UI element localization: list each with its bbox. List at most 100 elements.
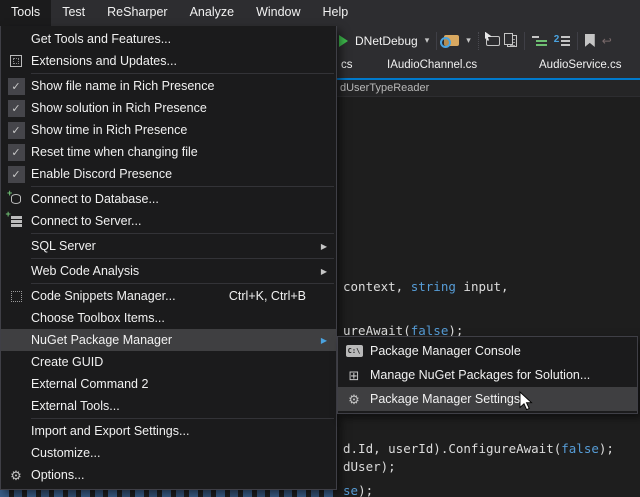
menu-item-shortcut: Ctrl+K, Ctrl+B (229, 289, 306, 303)
submenu-arrow-icon: ▶ (321, 242, 327, 251)
menu-item-reset-time-when-changing-file[interactable]: ✓ Reset time when changing file (1, 141, 336, 163)
menu-item-connect-to-server[interactable]: Connect to Server... (1, 210, 336, 232)
toolbar-separator (577, 32, 578, 50)
menu-item-show-solution-rich-presence[interactable]: ✓ Show solution in Rich Presence (1, 97, 336, 119)
menu-item-label: External Tools... (31, 399, 336, 413)
menu-item-sql-server[interactable]: SQL Server ▶ (1, 235, 336, 257)
menu-separator (31, 258, 334, 259)
menu-item-extensions-and-updates[interactable]: Extensions and Updates... (1, 50, 336, 72)
menu-item-code-snippets-manager[interactable]: Code Snippets Manager... Ctrl+K, Ctrl+B (1, 285, 336, 307)
menu-gutter: ✓ (1, 78, 31, 95)
menu-separator (31, 418, 334, 419)
menu-separator (31, 283, 334, 284)
tab-iaudiochannel[interactable]: IAudioChannel.cs (387, 59, 477, 71)
database-icon (11, 194, 21, 204)
gear-icon: ⚙ (348, 393, 360, 406)
menubar-item-analyze[interactable]: Analyze (179, 0, 245, 26)
menu-item-label: Enable Discord Presence (31, 167, 336, 181)
menu-separator (31, 233, 334, 234)
run-play-icon[interactable] (339, 35, 348, 47)
run-target-chevron-icon[interactable]: ▾ (425, 35, 430, 46)
find-in-files-icon[interactable] (444, 35, 459, 46)
package-grid-icon: ⊞ (349, 369, 360, 382)
menubar-item-test[interactable]: Test (51, 0, 96, 26)
code-editor[interactable]: context, string input, ureAwait(false); … (337, 97, 640, 497)
menu-item-enable-discord-presence[interactable]: ✓ Enable Discord Presence (1, 163, 336, 185)
code-keyword: se (343, 483, 358, 497)
menu-item-get-tools-and-features[interactable]: Get Tools and Features... (1, 28, 336, 50)
code-line: dUser); (343, 459, 396, 474)
menubar-item-tools[interactable]: Tools (0, 0, 51, 26)
checkmark-icon: ✓ (8, 78, 25, 95)
mouse-cursor (519, 391, 534, 412)
nuget-submenu: C:\ Package Manager Console ⊞ Manage NuG… (337, 336, 638, 414)
vs-window: Tools Test ReSharper Analyze Window Help… (0, 0, 640, 497)
toolbar-separator (478, 32, 479, 50)
menu-gutter: ✓ (1, 100, 31, 117)
submenu-item-package-manager-console[interactable]: C:\ Package Manager Console (338, 339, 637, 363)
menu-item-label: Choose Toolbox Items... (31, 311, 336, 325)
menu-gutter: ✓ (1, 144, 31, 161)
menubar-item-help[interactable]: Help (312, 0, 360, 26)
menu-item-external-tools[interactable]: External Tools... (1, 395, 336, 417)
menu-item-web-code-analysis[interactable]: Web Code Analysis ▶ (1, 260, 336, 282)
menu-item-label: NuGet Package Manager (31, 333, 321, 347)
menu-item-label: Show file name in Rich Presence (31, 79, 336, 93)
menu-item-label: Web Code Analysis (31, 264, 321, 278)
toolbar-separator (436, 32, 437, 50)
menubar-item-resharper[interactable]: ReSharper (96, 0, 178, 26)
menu-item-label: SQL Server (31, 239, 321, 253)
menu-gutter (1, 55, 31, 67)
menu-separator (31, 186, 334, 187)
code-text: dUser); (343, 459, 396, 474)
find-dropdown-chevron-icon[interactable]: ▾ (466, 35, 471, 46)
submenu-gutter: ⊞ (338, 369, 370, 382)
menu-item-connect-to-database[interactable]: Connect to Database... (1, 188, 336, 210)
tab-partial[interactable]: cs (341, 59, 353, 71)
document-tab-strip: cs IAudioChannel.cs AudioService.cs (337, 55, 640, 78)
menu-item-create-guid[interactable]: Create GUID (1, 351, 336, 373)
menu-item-customize[interactable]: Customize... (1, 442, 336, 464)
menu-item-label: Extensions and Updates... (31, 54, 336, 68)
menu-item-label: Show solution in Rich Presence (31, 101, 336, 115)
editor-navigation-bar[interactable]: dUserTypeReader (337, 80, 640, 97)
code-text: input, (456, 279, 509, 294)
navigate-backward-icon[interactable] (486, 36, 500, 46)
menu-item-choose-toolbox-items[interactable]: Choose Toolbox Items... (1, 307, 336, 329)
menu-item-label: External Command 2 (31, 377, 336, 391)
menu-item-nuget-package-manager[interactable]: NuGet Package Manager ▶ (1, 329, 336, 351)
menubar-item-window[interactable]: Window (245, 0, 311, 26)
tab-audioservice[interactable]: AudioService.cs (539, 59, 621, 71)
submenu-item-package-manager-settings[interactable]: ⚙ Package Manager Settings (338, 387, 637, 411)
toolbar-separator (524, 32, 525, 50)
code-keyword: string (411, 279, 456, 294)
checkmark-icon: ✓ (8, 100, 25, 117)
submenu-gutter: ⚙ (338, 393, 370, 406)
format-document-icon[interactable] (554, 35, 570, 47)
code-text: d.Id, userId).ConfigureAwait( (343, 441, 561, 456)
menu-separator (31, 73, 334, 74)
snippet-box-icon (11, 291, 22, 302)
bookmark-icon[interactable] (585, 34, 595, 47)
menu-gutter: ✓ (1, 122, 31, 139)
copy-structure-icon[interactable] (507, 35, 517, 47)
code-line: d.Id, userId).ConfigureAwait(false); (343, 441, 614, 456)
menu-item-external-command-2[interactable]: External Command 2 (1, 373, 336, 395)
menu-item-label: Import and Export Settings... (31, 424, 336, 438)
menu-item-import-export-settings[interactable]: Import and Export Settings... (1, 420, 336, 442)
navbar-type-name[interactable]: dUserTypeReader (340, 82, 429, 94)
gear-icon: ⚙ (10, 469, 22, 482)
code-line: context, string input, (343, 279, 509, 294)
code-keyword: false (561, 441, 599, 456)
menu-item-label: Connect to Server... (31, 214, 336, 228)
menu-item-options[interactable]: ⚙ Options... (1, 464, 336, 486)
standard-toolbar: DNetDebug ▾ ▾ ↩ (337, 26, 640, 55)
submenu-item-manage-nuget-packages[interactable]: ⊞ Manage NuGet Packages for Solution... (338, 363, 637, 387)
menu-gutter: ⚙ (1, 469, 31, 482)
run-target-label[interactable]: DNetDebug (355, 34, 418, 48)
indent-lines-icon[interactable] (532, 35, 547, 47)
menu-item-label: Reset time when changing file (31, 145, 336, 159)
menu-item-show-time-rich-presence[interactable]: ✓ Show time in Rich Presence (1, 119, 336, 141)
submenu-arrow-icon: ▶ (321, 336, 327, 345)
menu-item-show-file-name-rich-presence[interactable]: ✓ Show file name in Rich Presence (1, 75, 336, 97)
